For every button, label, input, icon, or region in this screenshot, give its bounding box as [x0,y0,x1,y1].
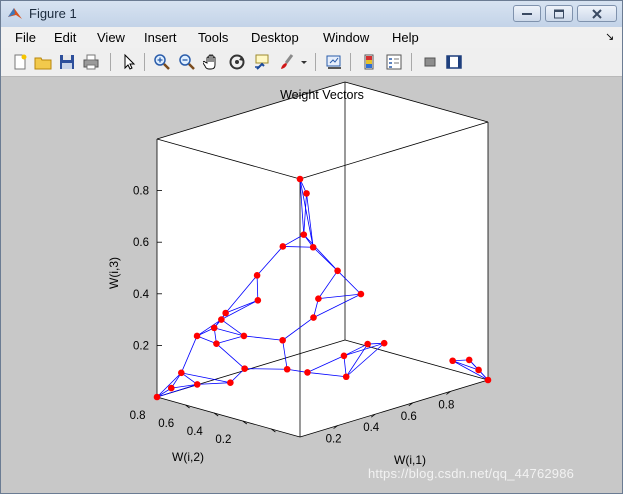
colorbar-icon[interactable] [360,53,378,71]
weight-point [213,340,220,347]
toolbar-separator [350,53,351,71]
weight-point [241,365,248,372]
maximize-button[interactable] [545,5,573,22]
weight-point [168,384,175,392]
weight-point [475,366,482,374]
maximize-icon [554,9,564,18]
weight-point [227,379,234,387]
toolbar-separator [110,53,111,71]
window-title: Figure 1 [29,6,77,21]
weight-point [334,267,341,275]
toolbar-separator [315,53,316,71]
figure-toolbar [1,48,622,77]
dock-arrow-icon[interactable]: ↘ [605,30,614,43]
y-axis-label: W(i,2) [172,450,204,464]
y-tick-label: 0.6 [158,418,174,430]
z-tick-label: 0.8 [133,186,149,198]
rotate-3d-icon[interactable] [228,53,246,71]
brush-icon[interactable] [278,53,296,71]
weight-point [300,231,308,238]
zoom-out-icon[interactable] [178,53,196,71]
y-tick-label: 0.2 [215,434,231,446]
save-icon[interactable] [58,53,76,71]
menu-tools[interactable]: Tools [198,30,228,45]
toolbar-separator [411,53,412,71]
weight-point [310,314,317,321]
menu-insert[interactable]: Insert [144,30,177,45]
title-bar[interactable]: Figure 1 [1,1,622,28]
brush-dropdown-icon[interactable] [299,53,309,71]
weight-point [449,357,456,365]
matlab-logo-icon [8,8,22,19]
weight-point [315,295,322,302]
menu-window[interactable]: Window [323,30,369,45]
y-tick-label: 0.8 [130,410,146,422]
z-tick-label: 0.2 [133,340,149,352]
weight-point [222,309,229,317]
close-button[interactable] [577,5,617,22]
weight-point [340,352,348,360]
print-icon[interactable] [82,53,100,71]
z-tick-label: 0.4 [133,289,150,301]
menu-edit[interactable]: Edit [54,30,76,45]
hide-plot-tools-icon[interactable] [421,53,439,71]
zoom-in-icon[interactable] [153,53,171,71]
legend-icon[interactable] [385,53,403,71]
show-plot-tools-icon[interactable] [445,53,463,71]
x-tick-label: 0.4 [363,422,380,434]
weight-point [364,340,371,348]
z-tick-label: 0.6 [133,237,149,249]
weight-point [309,243,317,251]
weight-point [193,381,201,388]
weight-point [296,175,304,183]
x-tick-label: 0.2 [326,434,342,446]
weight-point [342,373,350,381]
weight-point [465,356,473,364]
plot-title: Weight Vectors [280,88,364,102]
menu-file[interactable]: File [15,30,36,45]
x-axis-label: W(i,1) [394,453,426,467]
weight-point [380,339,388,347]
weight-point [357,290,365,298]
link-plot-icon[interactable] [325,53,343,71]
y-tick-label: 0.4 [187,426,204,438]
minimize-button[interactable] [513,5,541,22]
weight-point [253,272,261,279]
toolbar-separator [144,53,145,71]
weight-point [218,316,225,323]
weight-point [240,332,248,340]
weight-point [303,190,310,197]
weight-point [210,324,218,332]
weight-point [279,243,287,250]
pointer-icon[interactable] [120,53,138,71]
weight-point [254,297,262,304]
weight-point [279,336,286,344]
weight-point [193,332,201,340]
data-cursor-icon[interactable] [253,53,271,71]
weight-point [283,365,291,373]
weight-point [178,369,185,377]
menu-view[interactable]: View [97,30,125,45]
x-tick-label: 0.6 [401,411,417,423]
plot-3d-axes[interactable]: Weight Vectors W(i,1) W(i,2) W(i,3) 0.2 0… [0,76,621,492]
weight-point [304,369,311,376]
z-axis-label: W(i,3) [107,257,121,289]
x-tick-label: 0.8 [438,399,454,411]
minimize-icon [522,12,532,15]
watermark-text: https://blog.csdn.net/qq_44762986 [368,466,575,481]
menu-help[interactable]: Help [392,30,419,45]
weight-point [153,393,161,401]
new-figure-icon[interactable] [11,53,29,71]
pan-hand-icon[interactable] [203,53,221,71]
menu-bar: File Edit View Insert Tools Desktop Wind… [1,27,622,49]
close-icon [592,8,602,19]
open-file-icon[interactable] [34,53,52,71]
menu-desktop[interactable]: Desktop [251,30,299,45]
weight-point [484,376,492,384]
